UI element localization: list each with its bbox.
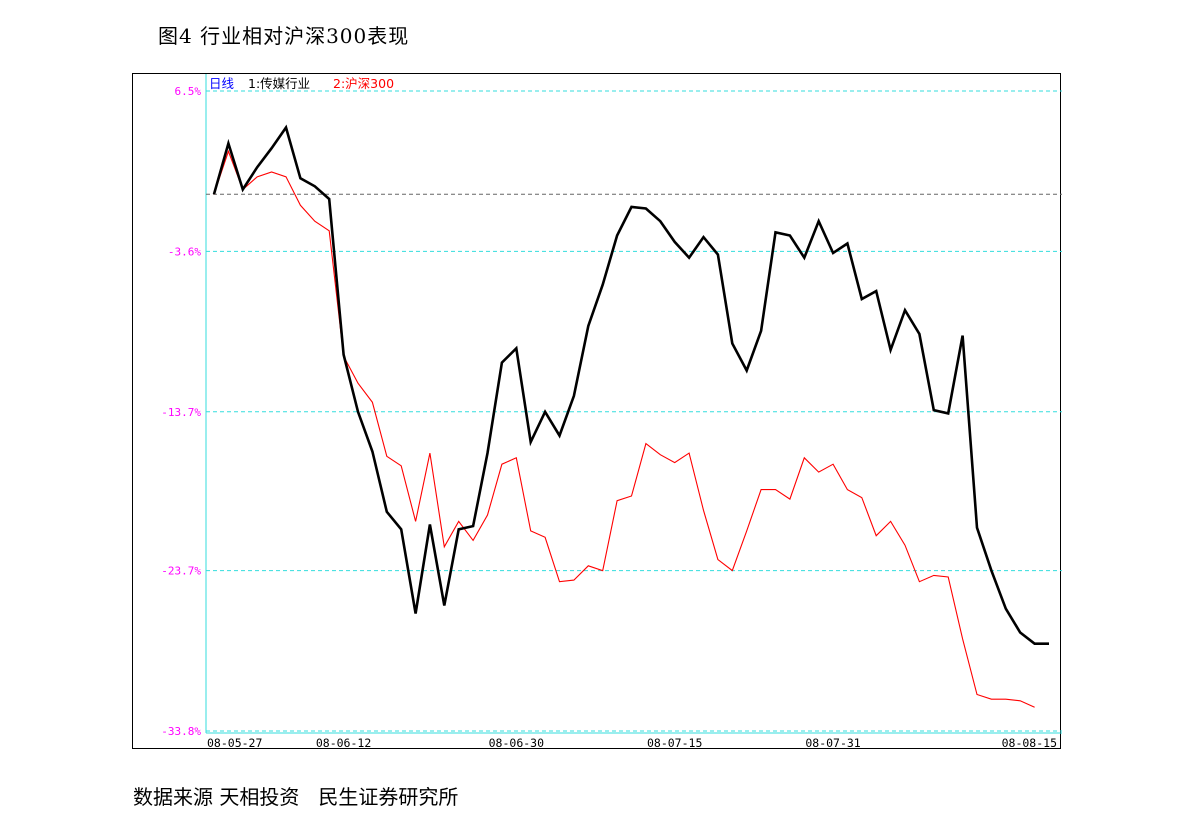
y-tick-label: -13.7%	[161, 406, 201, 419]
y-tick-label: -3.6%	[168, 245, 201, 258]
x-tick-labels: 08-05-27 08-06-12 08-06-30 08-07-15 08-07-31…	[207, 736, 1057, 750]
figure-source: 数据来源 天相投资 民生证券研究所	[133, 785, 459, 809]
series-layer	[212, 124, 1049, 708]
x-tick-label: 08-06-12	[316, 736, 371, 750]
legend-series2-label: 2:沪深300	[333, 76, 394, 91]
x-tick-label: 08-05-27	[207, 736, 262, 750]
x-tick-label: 08-06-30	[489, 736, 544, 750]
x-tick-label: 08-07-31	[805, 736, 860, 750]
y-tick-labels: 6.5% -3.6% -13.7% -23.7% -33.8%	[161, 85, 201, 738]
y-tick-label: -23.7%	[161, 565, 201, 578]
chart-frame: 6.5% -3.6% -13.7% -23.7% -33.8% 08-05-27 08-0…	[132, 73, 1062, 750]
y-tick-label: 6.5%	[175, 85, 202, 98]
legend-series1-label: 1:传媒行业	[248, 76, 310, 91]
x-tick-label: 08-08-15	[1002, 736, 1057, 750]
series-2-line	[213, 149, 1035, 708]
x-tick-label: 08-07-15	[647, 736, 702, 750]
series-1-line	[212, 124, 1049, 646]
y-tick-label: -33.8%	[161, 725, 201, 738]
line-chart: 6.5%-3.6%-13.7%-23.7%-33.8% 08-05-27 08-0…	[161, 74, 1062, 750]
figure-title: 图4 行业相对沪深300表现	[158, 24, 410, 48]
legend-period-label: 日线	[209, 76, 235, 91]
